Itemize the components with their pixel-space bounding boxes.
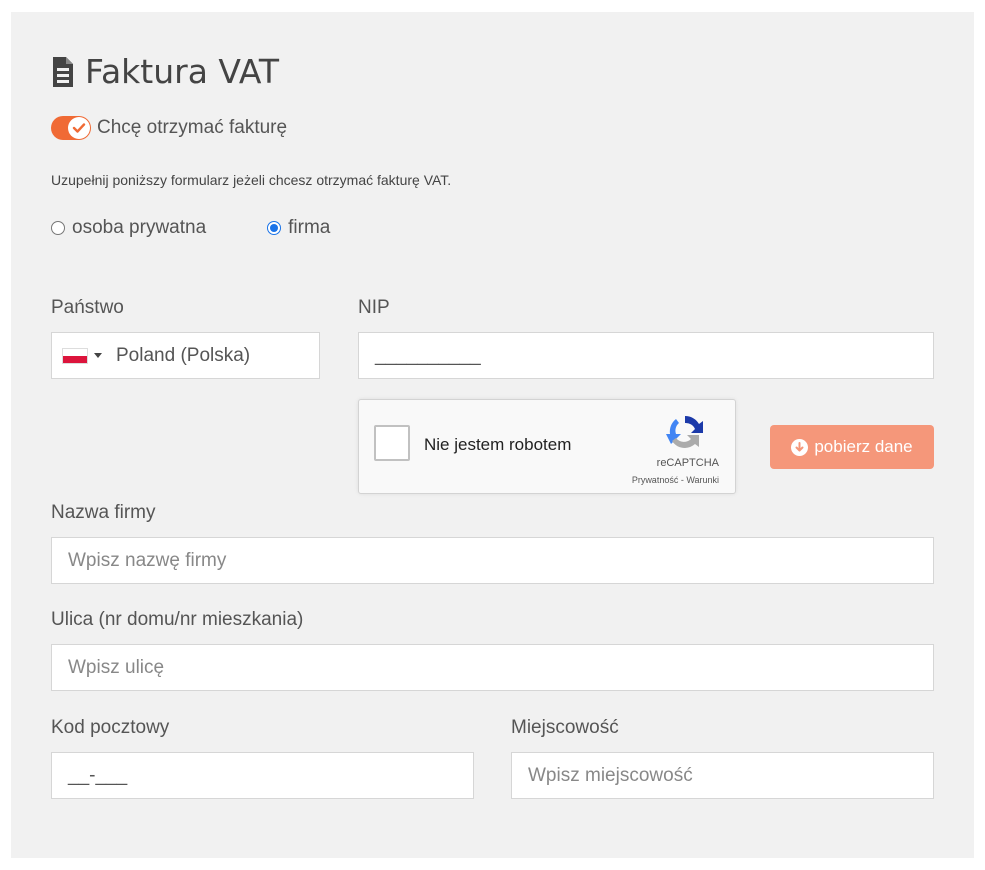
- street-label: Ulica (nr domu/nr mieszkania): [51, 609, 304, 630]
- chevron-down-icon: [94, 353, 102, 358]
- download-circle-icon: [791, 438, 809, 456]
- poland-flag-icon: [62, 347, 88, 364]
- invoice-panel: Faktura VAT Chcę otrzymać fakturę Uzupeł…: [11, 12, 974, 858]
- radio-private-label[interactable]: osoba prywatna: [72, 217, 206, 239]
- radio-company-dot[interactable]: [267, 221, 282, 235]
- company-name-label: Nazwa firmy: [51, 502, 156, 523]
- section-title: Faktura VAT: [51, 52, 279, 91]
- country-value: Poland (Polska): [116, 344, 251, 366]
- check-icon: [72, 123, 86, 133]
- city-input[interactable]: Wpisz miejscowość: [511, 752, 934, 799]
- invoice-toggle-label[interactable]: Chcę otrzymać fakturę: [97, 117, 287, 139]
- street-input[interactable]: Wpisz ulicę: [51, 644, 934, 691]
- form-hint: Uzupełnij poniższy formularz jeżeli chce…: [51, 172, 452, 188]
- nip-input[interactable]: __________: [358, 332, 934, 379]
- postal-code-value: __-___: [68, 764, 128, 786]
- radio-private-person[interactable]: osoba prywatna: [51, 217, 206, 239]
- city-placeholder: Wpisz miejscowość: [528, 764, 693, 786]
- city-label: Miejscowość: [511, 717, 619, 738]
- document-icon: [53, 56, 73, 87]
- country-label: Państwo: [51, 297, 124, 318]
- page-title: Faktura VAT: [85, 52, 280, 91]
- radio-company[interactable]: firma: [267, 217, 330, 239]
- recaptcha-links[interactable]: Prywatność - Warunki: [632, 475, 719, 485]
- invoice-toggle-row[interactable]: Chcę otrzymać fakturę: [51, 116, 287, 140]
- company-name-input[interactable]: Wpisz nazwę firmy: [51, 537, 934, 584]
- nip-value: __________: [375, 344, 481, 366]
- radio-company-label[interactable]: firma: [288, 217, 330, 239]
- fetch-data-button[interactable]: pobierz dane: [770, 425, 934, 469]
- recaptcha-checkbox[interactable]: [374, 425, 410, 461]
- recaptcha-brand: reCAPTCHA: [656, 457, 719, 469]
- toggle-knob: [68, 117, 90, 139]
- recaptcha-logo-icon: [666, 415, 703, 448]
- invoice-toggle[interactable]: [51, 116, 91, 140]
- street-placeholder: Wpisz ulicę: [68, 656, 165, 678]
- postal-code-input[interactable]: __-___: [51, 752, 474, 799]
- recaptcha-text: Nie jestem robotem: [424, 435, 572, 454]
- postal-code-label: Kod pocztowy: [51, 717, 170, 738]
- recaptcha-widget: Nie jestem robotem reCAPTCHA Prywatność …: [358, 399, 736, 494]
- fetch-data-label: pobierz dane: [814, 437, 913, 456]
- nip-label: NIP: [358, 297, 390, 318]
- radio-private-dot[interactable]: [51, 221, 65, 235]
- company-name-placeholder: Wpisz nazwę firmy: [68, 549, 227, 571]
- country-select[interactable]: Poland (Polska): [51, 332, 320, 379]
- customer-type-group: osoba prywatna firma: [51, 217, 330, 239]
